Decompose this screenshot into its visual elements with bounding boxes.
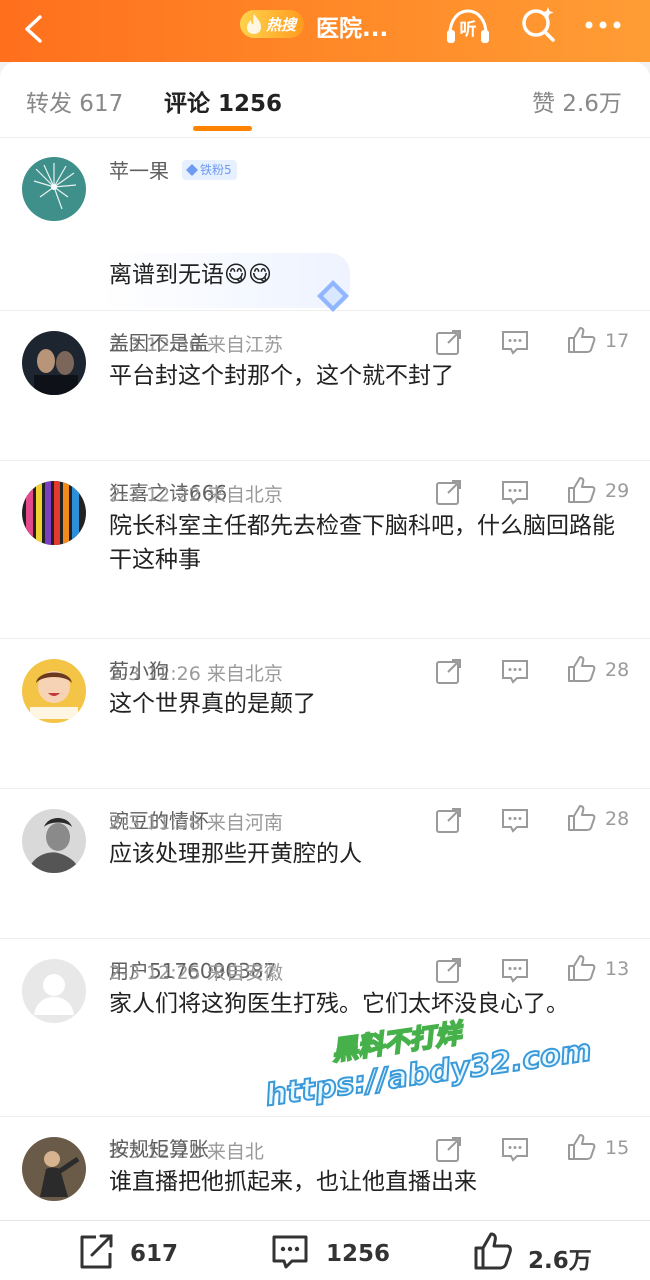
tab-repost[interactable]: 转发 617 xyxy=(26,84,123,118)
comment-location: 来自北京 xyxy=(206,484,283,506)
avatar[interactable] xyxy=(22,959,86,1023)
reply-icon[interactable] xyxy=(500,955,530,985)
comment-item: 狂喜之诗666 院长科室主任都先去检查下脑科吧，什么脑回路能干这种事 2-3 1… xyxy=(0,461,650,685)
like-icon[interactable] xyxy=(472,1231,512,1271)
like-count: 28 xyxy=(605,808,630,830)
back-icon[interactable] xyxy=(18,12,52,46)
share-icon[interactable] xyxy=(434,955,464,985)
comment-location: 来自河南 xyxy=(206,812,283,834)
top-bar: 热搜 医院... 听 xyxy=(0,0,650,62)
comment-meta: 2-3 11:58 来自河南 xyxy=(109,808,283,835)
comment-icon[interactable] xyxy=(270,1231,310,1271)
avatar[interactable] xyxy=(22,331,86,395)
share-icon[interactable] xyxy=(434,805,464,835)
like-icon[interactable] xyxy=(566,953,596,983)
hot-badge-label: 热搜 xyxy=(265,15,296,34)
comment-username[interactable]: 荀小狗 xyxy=(109,655,169,684)
avatar[interactable] xyxy=(22,659,86,723)
comment-text: 院长科室主任都先去检查下脑科吧，什么脑回路能干这种事 xyxy=(109,513,615,573)
comment-item: 盖因不是盖 平台封这个封那个，这个就不封了 xyxy=(0,311,650,461)
comment-text: 平台封这个封那个，这个就不封了 xyxy=(109,363,454,389)
reply-icon[interactable] xyxy=(500,805,530,835)
comment-username[interactable]: 苹一果 xyxy=(109,155,169,184)
avatar[interactable] xyxy=(22,1137,86,1201)
comment-item: 用户5176090387 家人们将这狗医生打残。它们太坏没良心了。 2-3 12… xyxy=(0,939,650,1163)
comment-meta: 2-3 12:22 来自北京 xyxy=(109,480,283,507)
comment-meta: 2-3 12:25 来自安徽 xyxy=(109,958,283,985)
comment-item: 按规矩算账 谁直播把他抓起来，也让他直播出来 xyxy=(0,1117,650,1220)
share-icon[interactable] xyxy=(434,477,464,507)
reply-icon[interactable] xyxy=(500,477,530,507)
fan-badge[interactable]: 铁粉5 xyxy=(182,160,237,180)
like-icon[interactable] xyxy=(566,803,596,833)
like-count: 29 xyxy=(605,480,630,502)
comment-username[interactable]: 盖因不是盖 xyxy=(109,327,209,356)
avatar[interactable] xyxy=(22,157,86,221)
tab-bar: 转发 617 评论 1256 赞 2.6万 xyxy=(0,62,650,138)
bottom-action-bar: 617 1256 2.6万 xyxy=(0,1220,650,1280)
comment-text: 谁直播把他抓起来，也让他直播出来 xyxy=(109,1169,477,1195)
active-tab-indicator xyxy=(193,126,252,131)
comment-text: 应该处理那些开黄腔的人 xyxy=(109,841,362,867)
flame-icon xyxy=(247,14,261,34)
repost-icon[interactable] xyxy=(76,1231,116,1271)
comment-item: 苹一果 铁粉5 离谱到无语😋😋 2-3 12:36 来自江苏 17 xyxy=(0,139,650,356)
comment-text: 离谱到无语😋😋 xyxy=(109,262,272,288)
comment-time: 2-3 12:22 xyxy=(109,484,201,506)
comment-item: 荀小狗 这个世界真的是颠了 xyxy=(0,639,650,789)
more-icon[interactable] xyxy=(580,10,626,40)
comment-text: 这个世界真的是颠了 xyxy=(109,691,316,717)
hot-search-badge[interactable]: 热搜 xyxy=(240,10,304,38)
avatar[interactable] xyxy=(22,809,86,873)
comment-text: 家人们将这狗医生打残。它们太坏没良心了。 xyxy=(109,991,569,1017)
avatar[interactable] xyxy=(22,481,86,545)
diamond-icon xyxy=(186,164,198,176)
like-count-total[interactable]: 2.6万 xyxy=(528,1241,592,1275)
tab-comments[interactable]: 评论 1256 xyxy=(164,84,282,118)
comment-username[interactable]: 按规矩算账 xyxy=(109,1133,209,1162)
listen-label: 听 xyxy=(459,20,477,40)
fan-badge-label: 铁粉5 xyxy=(200,163,232,177)
comment-time: 2-3 12:25 xyxy=(109,962,201,984)
search-icon[interactable] xyxy=(518,4,558,44)
comments-card: 转发 617 评论 1256 赞 2.6万 苹一果 铁粉5 离谱到无语😋😋 2-… xyxy=(0,62,650,1220)
repost-count[interactable]: 617 xyxy=(130,1241,178,1267)
tab-likes[interactable]: 赞 2.6万 xyxy=(532,84,622,118)
topic-title[interactable]: 医院... xyxy=(316,9,388,43)
like-icon[interactable] xyxy=(566,475,596,505)
comment-location: 来自安徽 xyxy=(206,962,283,984)
comment-item: 豌豆的情怀 应该处理那些开黄腔的人 xyxy=(0,789,650,939)
comment-count[interactable]: 1256 xyxy=(326,1241,390,1267)
comment-time: 2-3 11:58 xyxy=(109,812,201,834)
like-count: 13 xyxy=(605,958,630,980)
listen-button[interactable]: 听 xyxy=(444,6,492,46)
